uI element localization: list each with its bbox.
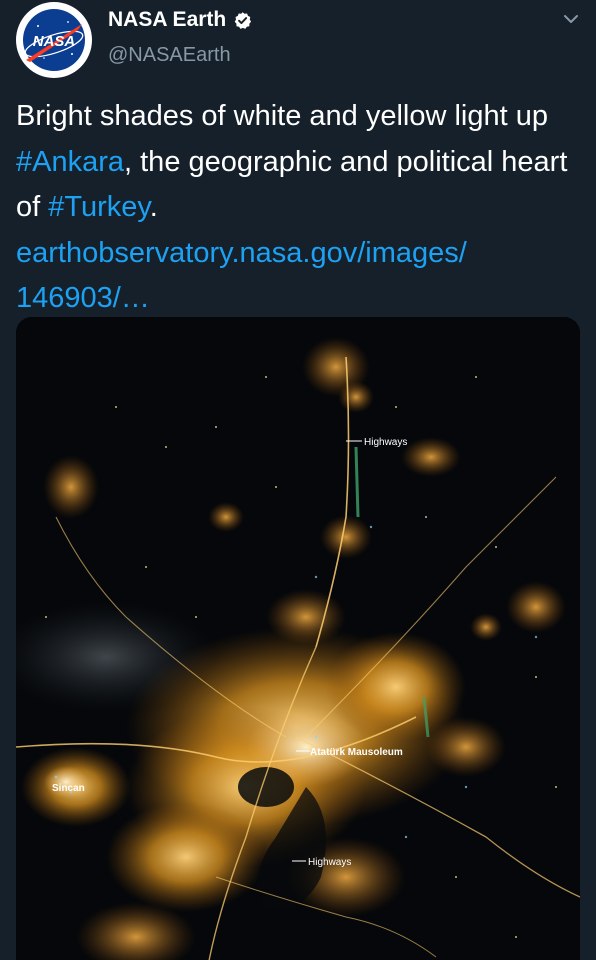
hashtag-turkey[interactable]: #Turkey <box>48 191 150 223</box>
tweet-text-part: . <box>149 191 158 223</box>
label-sincan: Sincan <box>52 783 85 794</box>
display-name[interactable]: NASA Earth <box>108 8 226 32</box>
tweet-text: Bright shades of white and yellow light … <box>16 94 576 322</box>
ankara-night-image: Highways Atatürk Mausoleum Sincan Highwa… <box>16 317 580 960</box>
label-highways-bottom: Highways <box>308 857 351 868</box>
label-ataturk-mausoleum: Atatürk Mausoleum <box>310 747 403 758</box>
media-image[interactable]: Highways Atatürk Mausoleum Sincan Highwa… <box>16 317 580 960</box>
name-row: NASA Earth <box>108 8 252 32</box>
nasa-logo-icon: NASA <box>18 4 90 76</box>
user-handle[interactable]: @NASAEarth <box>108 44 231 67</box>
tweet-text-part: Bright shades of white and yellow light … <box>16 100 548 132</box>
verified-badge-icon <box>234 11 252 29</box>
label-highways-top: Highways <box>364 437 407 448</box>
tweet-link[interactable]: earthobservatory.nasa.gov/images/ 146903… <box>16 237 467 315</box>
tweet: NASA NASA Earth @NASAEarth Bright shades… <box>0 0 596 960</box>
hashtag-ankara[interactable]: #Ankara <box>16 146 124 178</box>
svg-text:NASA: NASA <box>33 33 76 50</box>
avatar[interactable]: NASA <box>16 2 92 78</box>
chevron-down-icon[interactable] <box>562 10 580 28</box>
